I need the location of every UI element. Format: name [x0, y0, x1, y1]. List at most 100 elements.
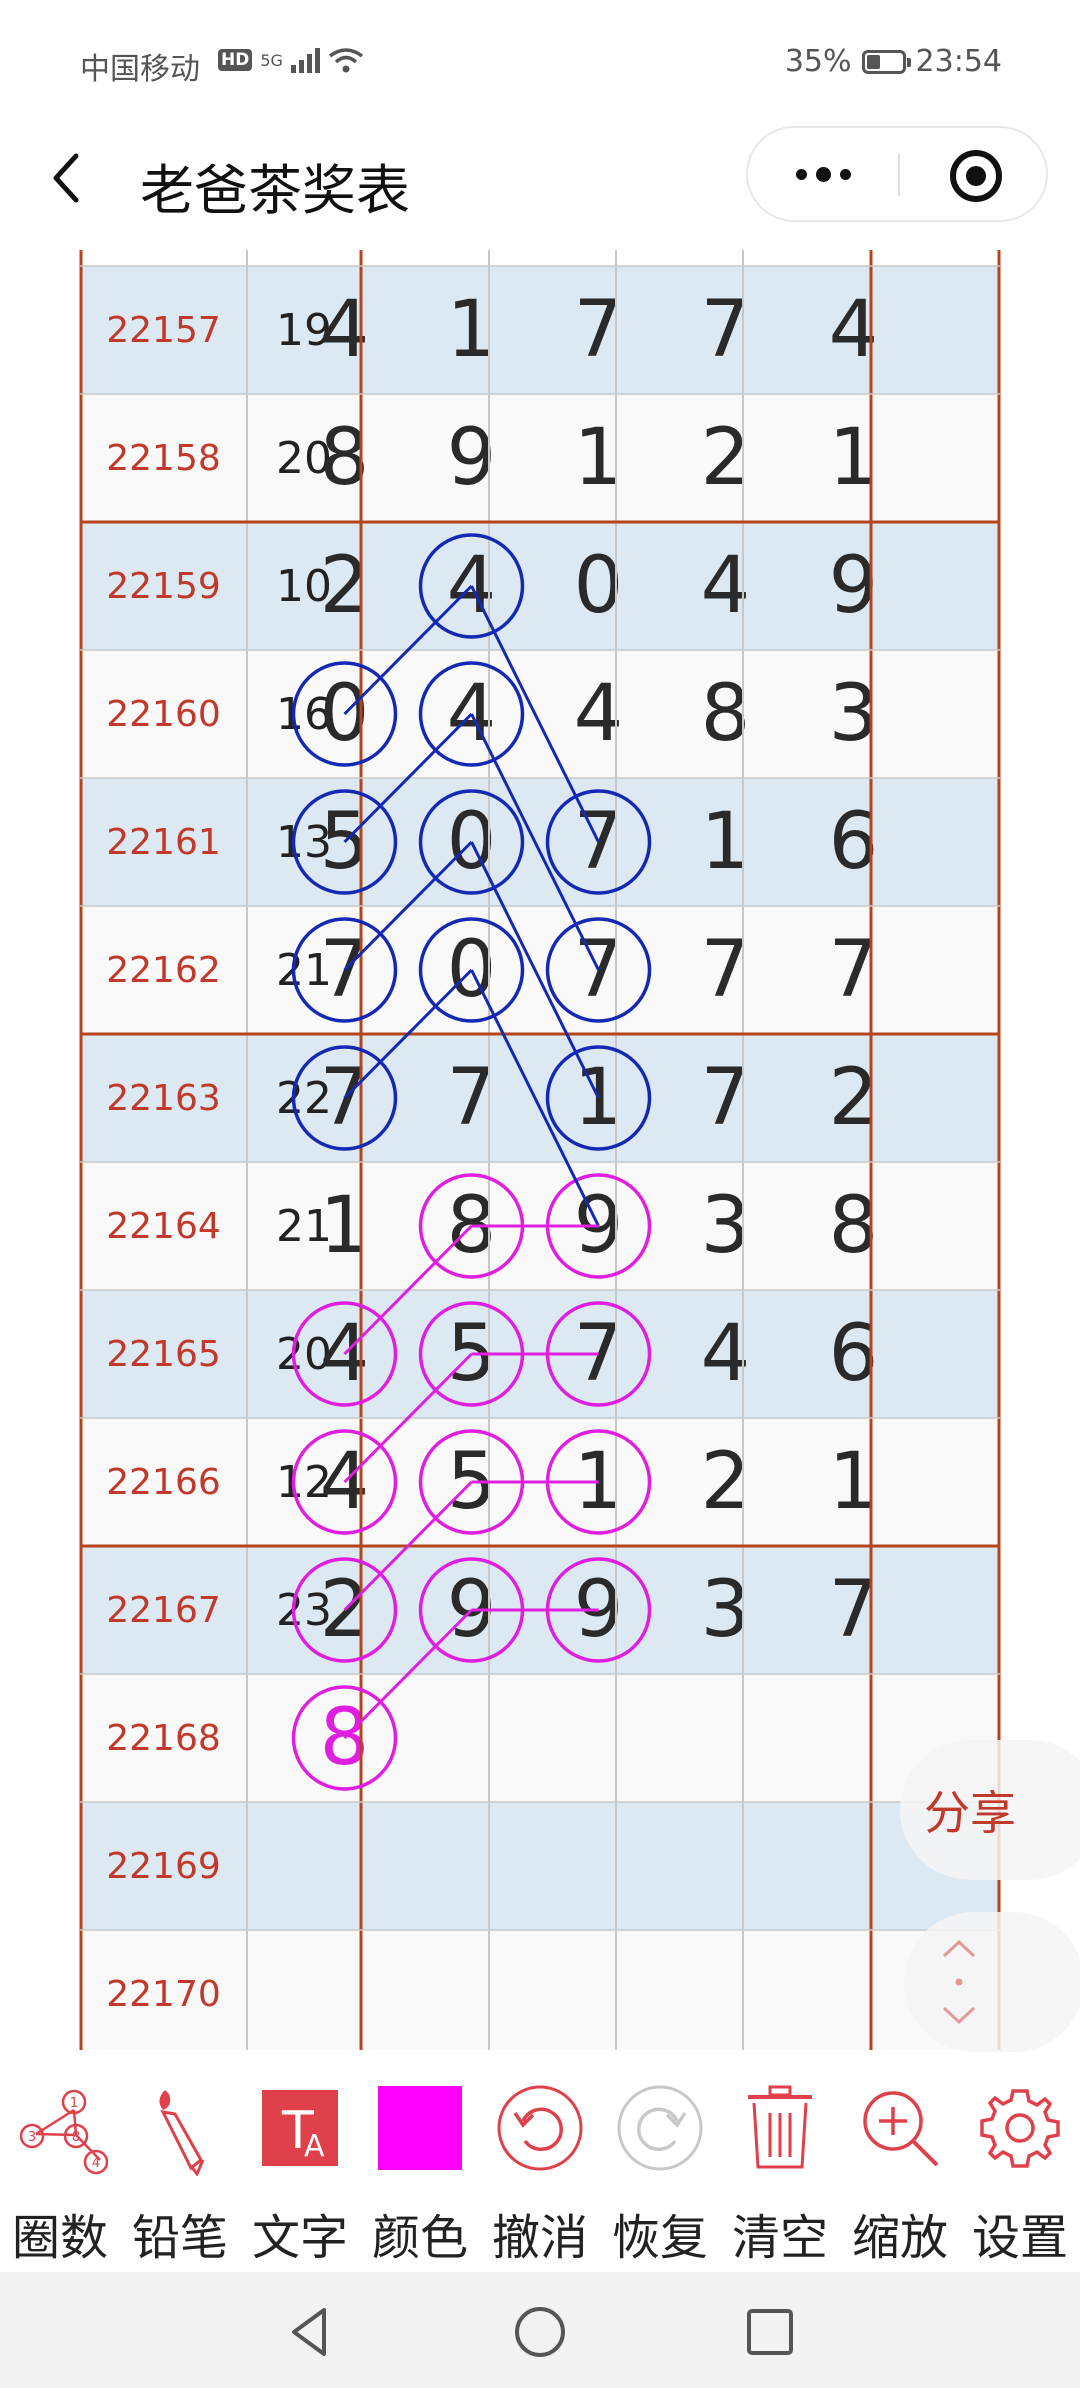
- table-row[interactable]: 22165 20 4 5 7 4 6: [80, 1290, 1000, 1418]
- digit-cell[interactable]: 8: [790, 1162, 917, 1290]
- digit-cell[interactable]: 4: [535, 650, 662, 778]
- digit-cell[interactable]: [662, 1930, 789, 2050]
- digit-cell[interactable]: 7: [790, 1546, 917, 1674]
- tool-settings[interactable]: 设置: [960, 2060, 1080, 2270]
- digit-cell[interactable]: 6: [790, 778, 917, 906]
- digit-cell[interactable]: 1: [535, 1418, 662, 1546]
- scroll-toggle-button[interactable]: [904, 1912, 1080, 2052]
- digit-cell[interactable]: 6: [790, 1290, 917, 1418]
- tool-undo[interactable]: 撤消: [480, 2060, 600, 2270]
- digit-cell[interactable]: 9: [790, 522, 917, 650]
- digit-cell[interactable]: 9: [535, 1546, 662, 1674]
- more-button[interactable]: [748, 128, 898, 220]
- digit-cell[interactable]: [662, 1802, 789, 1930]
- tool-zoom[interactable]: 缩放: [840, 2060, 960, 2270]
- digit-cell[interactable]: 8: [281, 1674, 408, 1802]
- digit-cell[interactable]: [790, 1930, 917, 2050]
- digit-cell[interactable]: [408, 1930, 535, 2050]
- digit-cell[interactable]: 7: [662, 266, 789, 394]
- digit-cell[interactable]: 0: [408, 906, 535, 1034]
- nav-back-icon[interactable]: [280, 2302, 340, 2362]
- tool-clear[interactable]: 清空: [720, 2060, 840, 2270]
- digit-cell[interactable]: 7: [535, 266, 662, 394]
- digit-cell[interactable]: 4: [281, 1290, 408, 1418]
- digit-cell[interactable]: 4: [281, 1418, 408, 1546]
- digit-cell[interactable]: 7: [535, 1290, 662, 1418]
- tool-circle-numbers[interactable]: 1384 圈数: [0, 2060, 120, 2270]
- nav-recents-icon[interactable]: [740, 2302, 800, 2362]
- tool-text[interactable]: T A 文字: [240, 2060, 360, 2270]
- tool-pencil[interactable]: 铅笔: [120, 2060, 240, 2270]
- digit-cell[interactable]: 0: [535, 522, 662, 650]
- table-row[interactable]: 22158 20 8 9 1 2 1: [80, 394, 1000, 522]
- table-row[interactable]: 22170: [80, 1930, 1000, 2050]
- digit-cell[interactable]: [281, 1802, 408, 1930]
- table-row[interactable]: 22166 12 4 5 1 2 1: [80, 1418, 1000, 1546]
- digit-cell[interactable]: 1: [408, 266, 535, 394]
- digit-cell[interactable]: 4: [662, 1290, 789, 1418]
- digit-cell[interactable]: 3: [662, 1546, 789, 1674]
- digit-cell[interactable]: [535, 1674, 662, 1802]
- digit-cell[interactable]: 7: [281, 906, 408, 1034]
- digit-cell[interactable]: [408, 1674, 535, 1802]
- digit-cell[interactable]: 2: [281, 1546, 408, 1674]
- digit-cell[interactable]: 4: [408, 650, 535, 778]
- table-row[interactable]: 22161 13 5 0 7 1 6: [80, 778, 1000, 906]
- table-row[interactable]: 22159 10 2 4 0 4 9: [80, 522, 1000, 650]
- digit-cell[interactable]: 5: [408, 1290, 535, 1418]
- table-row[interactable]: 22160 16 0 4 4 8 3: [80, 650, 1000, 778]
- digit-cell[interactable]: 7: [408, 1034, 535, 1162]
- digit-cell[interactable]: 3: [790, 650, 917, 778]
- table-row[interactable]: 22163 22 7 7 1 7 2: [80, 1034, 1000, 1162]
- digit-cell[interactable]: 9: [408, 394, 535, 522]
- nav-home-icon[interactable]: [510, 2302, 570, 2362]
- digit-cell[interactable]: 2: [662, 1418, 789, 1546]
- digit-cell[interactable]: 8: [662, 650, 789, 778]
- digit-cell[interactable]: 2: [662, 394, 789, 522]
- tool-color[interactable]: 颜色: [360, 2060, 480, 2270]
- digit-cell[interactable]: 5: [408, 1418, 535, 1546]
- digit-cell[interactable]: 0: [408, 778, 535, 906]
- digit-cell[interactable]: 7: [790, 906, 917, 1034]
- digit-cell[interactable]: 2: [790, 1034, 917, 1162]
- digit-cell[interactable]: 2: [281, 522, 408, 650]
- digit-cell[interactable]: 8: [281, 394, 408, 522]
- digit-cell[interactable]: 1: [790, 1418, 917, 1546]
- digit-cell[interactable]: 4: [408, 522, 535, 650]
- digit-cell[interactable]: 1: [790, 394, 917, 522]
- digit-cell[interactable]: [281, 1930, 408, 2050]
- digit-cell[interactable]: 3: [662, 1162, 789, 1290]
- digit-cell[interactable]: 9: [535, 1162, 662, 1290]
- digit-cell[interactable]: 7: [281, 1034, 408, 1162]
- digit-cell[interactable]: 1: [662, 778, 789, 906]
- digit-cell[interactable]: 4: [281, 266, 408, 394]
- digit-cell[interactable]: [662, 1674, 789, 1802]
- table-row[interactable]: 22164 21 1 8 9 3 8: [80, 1162, 1000, 1290]
- close-miniprogram-icon[interactable]: [948, 148, 1004, 204]
- share-button[interactable]: 分享: [900, 1740, 1080, 1880]
- table-row[interactable]: 22157 19 4 1 7 7 4: [80, 266, 1000, 394]
- digit-cell[interactable]: [408, 1802, 535, 1930]
- digit-cell[interactable]: 7: [535, 906, 662, 1034]
- table-row[interactable]: 22169: [80, 1802, 1000, 1930]
- digit-cell[interactable]: [790, 1802, 917, 1930]
- digit-cell[interactable]: 9: [408, 1546, 535, 1674]
- digit-cell[interactable]: 7: [535, 778, 662, 906]
- digit-cell[interactable]: 8: [408, 1162, 535, 1290]
- tool-redo[interactable]: 恢复: [600, 2060, 720, 2270]
- digit-cell[interactable]: 4: [662, 522, 789, 650]
- digit-cell[interactable]: 5: [281, 778, 408, 906]
- digit-cell[interactable]: 7: [662, 1034, 789, 1162]
- digit-cell[interactable]: [535, 1802, 662, 1930]
- digit-cell[interactable]: 4: [790, 266, 917, 394]
- table-row[interactable]: 22167 23 2 9 9 3 7: [80, 1546, 1000, 1674]
- digit-cell[interactable]: 7: [662, 906, 789, 1034]
- table-row[interactable]: 22162 21 7 0 7 7 7: [80, 906, 1000, 1034]
- digit-cell[interactable]: 1: [535, 1034, 662, 1162]
- digit-cell[interactable]: [535, 1930, 662, 2050]
- digit-cell[interactable]: [790, 1674, 917, 1802]
- digit-cell[interactable]: 0: [281, 650, 408, 778]
- digit-cell[interactable]: 1: [535, 394, 662, 522]
- back-arrow-icon[interactable]: [40, 148, 100, 208]
- digit-cell[interactable]: 1: [281, 1162, 408, 1290]
